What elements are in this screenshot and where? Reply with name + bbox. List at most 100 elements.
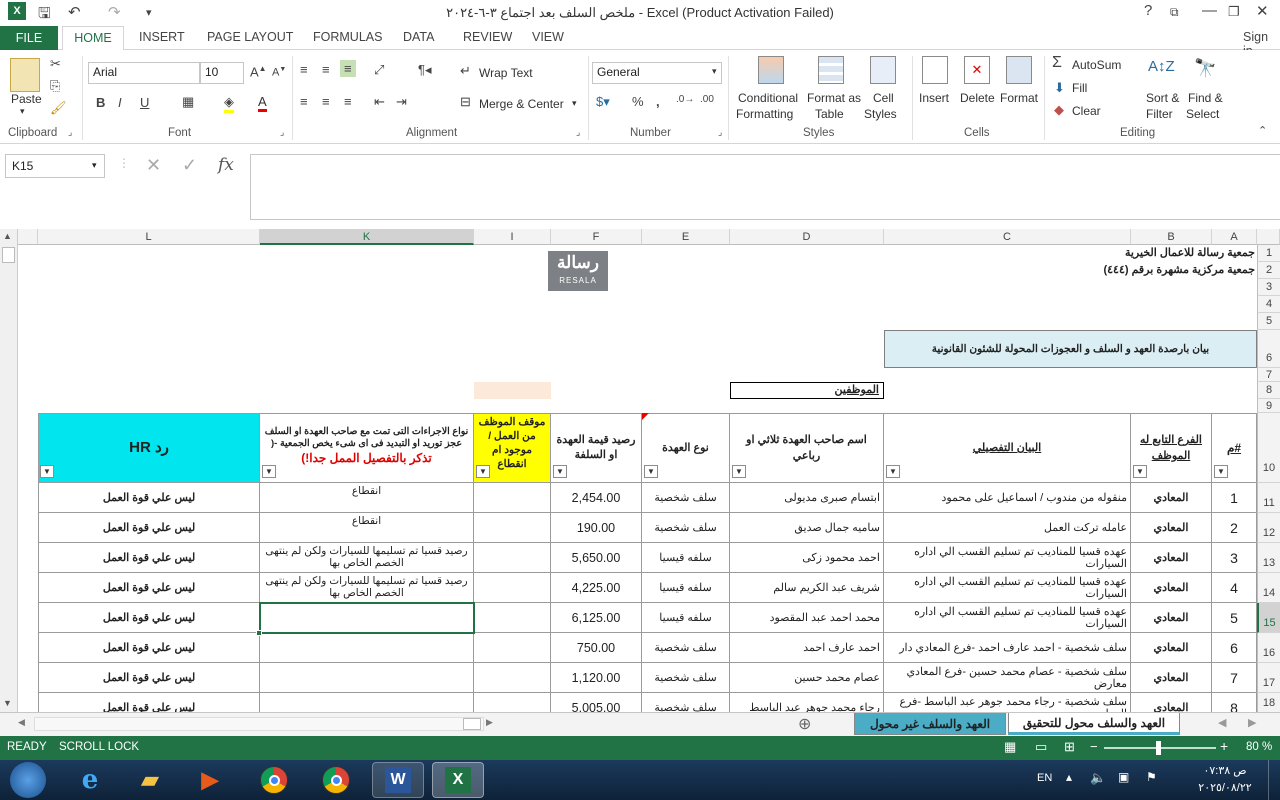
cell-desc[interactable]: سلف شخصية - احمد عارف احمد -فرع المعادي … bbox=[884, 633, 1131, 663]
cut-icon[interactable]: ✂ bbox=[50, 56, 61, 72]
chrome-profile-icon[interactable] bbox=[310, 762, 362, 798]
cell-n[interactable]: 1 bbox=[1212, 483, 1257, 513]
sort-filter-label-2[interactable]: Filter bbox=[1146, 107, 1173, 121]
cell-status[interactable] bbox=[474, 693, 551, 712]
cell-hr[interactable]: ليس علي قوة العمل bbox=[38, 603, 260, 633]
font-size-select[interactable]: 10 bbox=[200, 62, 244, 84]
language-indicator[interactable]: EN bbox=[1037, 772, 1052, 784]
fill-icon[interactable]: ⬇ bbox=[1054, 80, 1065, 96]
row-header-14[interactable]: 14 bbox=[1257, 573, 1280, 603]
page-layout-view-icon[interactable]: ▭ bbox=[1035, 739, 1047, 755]
paste-icon[interactable] bbox=[10, 58, 40, 92]
cell-n[interactable]: 3 bbox=[1212, 543, 1257, 573]
cell-type[interactable]: سلف شخصية bbox=[642, 663, 730, 693]
merge-dropdown-icon[interactable]: ▾ bbox=[572, 98, 577, 109]
cell-hr[interactable]: ليس علي قوة العمل bbox=[38, 483, 260, 513]
cell-hr[interactable]: ليس علي قوة العمل bbox=[38, 513, 260, 543]
cell-name[interactable]: ابتسام صبرى مديولى bbox=[730, 483, 884, 513]
align-middle-icon[interactable]: ≡ bbox=[322, 62, 330, 77]
align-bottom-icon[interactable]: ≡ bbox=[340, 60, 356, 77]
cell-name[interactable]: عصام محمد حسين bbox=[730, 663, 884, 693]
cell-hr[interactable]: ليس علي قوة العمل bbox=[38, 543, 260, 573]
minimize-icon[interactable]: — bbox=[1202, 2, 1217, 19]
col-header-b[interactable]: B bbox=[1131, 229, 1212, 245]
rtl-direction-icon[interactable]: ¶◂ bbox=[418, 62, 432, 78]
align-right-icon[interactable]: ≡ bbox=[344, 94, 352, 109]
name-box-dropdown-icon[interactable]: ▾ bbox=[92, 160, 97, 171]
tray-arrow-icon[interactable]: ▴ bbox=[1066, 770, 1072, 784]
scroll-up-icon[interactable]: ▲ bbox=[3, 231, 12, 241]
file-explorer-icon[interactable]: ▰ bbox=[124, 762, 176, 798]
align-left-icon[interactable]: ≡ bbox=[300, 94, 308, 109]
col-header-i[interactable]: I bbox=[474, 229, 551, 245]
borders-icon[interactable]: ▦ bbox=[182, 94, 194, 110]
filter-dropdown-k[interactable]: ▼ bbox=[262, 465, 276, 478]
clipboard-launcher-icon[interactable]: ⌟ bbox=[68, 127, 72, 138]
filter-dropdown-f[interactable]: ▼ bbox=[553, 465, 567, 478]
formula-input[interactable] bbox=[250, 154, 1280, 220]
conditional-formatting-icon[interactable] bbox=[758, 56, 784, 84]
cell-amount[interactable]: 5,005.00 bbox=[551, 693, 642, 712]
format-as-table-label[interactable]: Format as bbox=[807, 91, 861, 105]
zoom-level[interactable]: 80 % bbox=[1246, 741, 1272, 753]
row-header-15[interactable]: 15 bbox=[1257, 603, 1280, 633]
cell-amount[interactable]: 4,225.00 bbox=[551, 573, 642, 603]
cell-branch[interactable]: المعادي bbox=[1131, 633, 1212, 663]
row-header-5[interactable]: 5 bbox=[1257, 313, 1280, 330]
font-name-select[interactable]: Arial bbox=[88, 62, 200, 84]
row-header-3[interactable]: 3 bbox=[1257, 279, 1280, 296]
tab-page-layout[interactable]: PAGE LAYOUT bbox=[207, 30, 293, 44]
excel-taskbar-icon[interactable]: X bbox=[432, 762, 484, 798]
cell-action[interactable] bbox=[260, 633, 474, 663]
grow-font-icon[interactable]: A▲ bbox=[250, 64, 267, 79]
clear-button[interactable]: Clear bbox=[1072, 104, 1101, 118]
filter-dropdown-b[interactable]: ▼ bbox=[1133, 465, 1147, 478]
cell-desc[interactable]: عهده قسيا للمناديب تم تسليم القسب الي اد… bbox=[884, 573, 1131, 603]
volume-icon[interactable]: 🔈 bbox=[1090, 770, 1106, 786]
cell-hr[interactable]: ليس علي قوة العمل bbox=[38, 573, 260, 603]
shrink-font-icon[interactable]: A▼ bbox=[272, 66, 286, 79]
cell-desc[interactable]: سلف شخصية - رجاء محمد جوهر عبد الباسط -ف… bbox=[884, 693, 1131, 712]
i8-highlight-cell[interactable] bbox=[474, 382, 551, 399]
cell-branch[interactable]: المعادي bbox=[1131, 543, 1212, 573]
header-actions-taken[interactable]: نواع الاجراءات التى تمت مع صاحب العهدة ا… bbox=[260, 413, 474, 483]
col-header-e[interactable]: E bbox=[642, 229, 730, 245]
filter-dropdown-c[interactable]: ▼ bbox=[886, 465, 900, 478]
wrap-text-button[interactable]: Wrap Text bbox=[479, 66, 533, 80]
fill-color-icon[interactable]: ◈ bbox=[224, 94, 234, 113]
cell-branch[interactable]: المعادي bbox=[1131, 573, 1212, 603]
sort-filter-label[interactable]: Sort & bbox=[1146, 91, 1179, 105]
header-hr-reply[interactable]: رد HR bbox=[38, 413, 260, 483]
sheet-nav-prev-icon[interactable]: ◀ bbox=[1218, 716, 1226, 729]
row-header-11[interactable]: 11 bbox=[1257, 483, 1280, 513]
row-header-16[interactable]: 16 bbox=[1257, 633, 1280, 663]
cell-name[interactable]: شريف عبد الكريم سالم bbox=[730, 573, 884, 603]
fill-handle[interactable] bbox=[256, 630, 262, 636]
cell-type[interactable]: سلفه قيسيا bbox=[642, 543, 730, 573]
show-desktop-button[interactable] bbox=[1268, 760, 1280, 800]
tab-file[interactable]: FILE bbox=[0, 26, 58, 50]
cell-action[interactable]: انقطاع bbox=[260, 483, 474, 513]
row-header-8[interactable]: 8 bbox=[1257, 382, 1280, 399]
conditional-formatting-label-2[interactable]: Formatting bbox=[736, 107, 793, 121]
row-header-4[interactable]: 4 bbox=[1257, 296, 1280, 313]
cell-name[interactable]: محمد احمد عبد المقصود bbox=[730, 603, 884, 633]
percent-style-icon[interactable]: % bbox=[632, 94, 644, 109]
cell-hr[interactable]: ليس علي قوة العمل bbox=[38, 693, 260, 712]
vertical-scroll-thumb[interactable] bbox=[2, 247, 15, 263]
filter-dropdown-a[interactable]: ▼ bbox=[1214, 465, 1228, 478]
number-format-dropdown-icon[interactable]: ▾ bbox=[712, 66, 717, 77]
italic-icon[interactable]: I bbox=[118, 95, 122, 110]
conditional-formatting-label[interactable]: Conditional bbox=[738, 91, 798, 105]
cell-n[interactable]: 7 bbox=[1212, 663, 1257, 693]
cell-desc[interactable]: منقوله من مندوب / اسماعيل على محمود bbox=[884, 483, 1131, 513]
cell-desc[interactable]: سلف شخصية - عصام محمد حسين -فرع المعادي … bbox=[884, 663, 1131, 693]
cell-hr[interactable]: ليس علي قوة العمل bbox=[38, 633, 260, 663]
cell-desc[interactable]: عهده قسيا للمناديب تم تسليم القسب الي اد… bbox=[884, 603, 1131, 633]
tab-review[interactable]: REVIEW bbox=[463, 30, 512, 44]
cell-type[interactable]: سلف شخصية bbox=[642, 693, 730, 712]
sort-filter-icon[interactable]: A↕Z bbox=[1148, 58, 1175, 75]
cell-amount[interactable]: 2,454.00 bbox=[551, 483, 642, 513]
col-header-a[interactable]: A bbox=[1212, 229, 1257, 245]
cell-type[interactable]: سلف شخصية bbox=[642, 633, 730, 663]
